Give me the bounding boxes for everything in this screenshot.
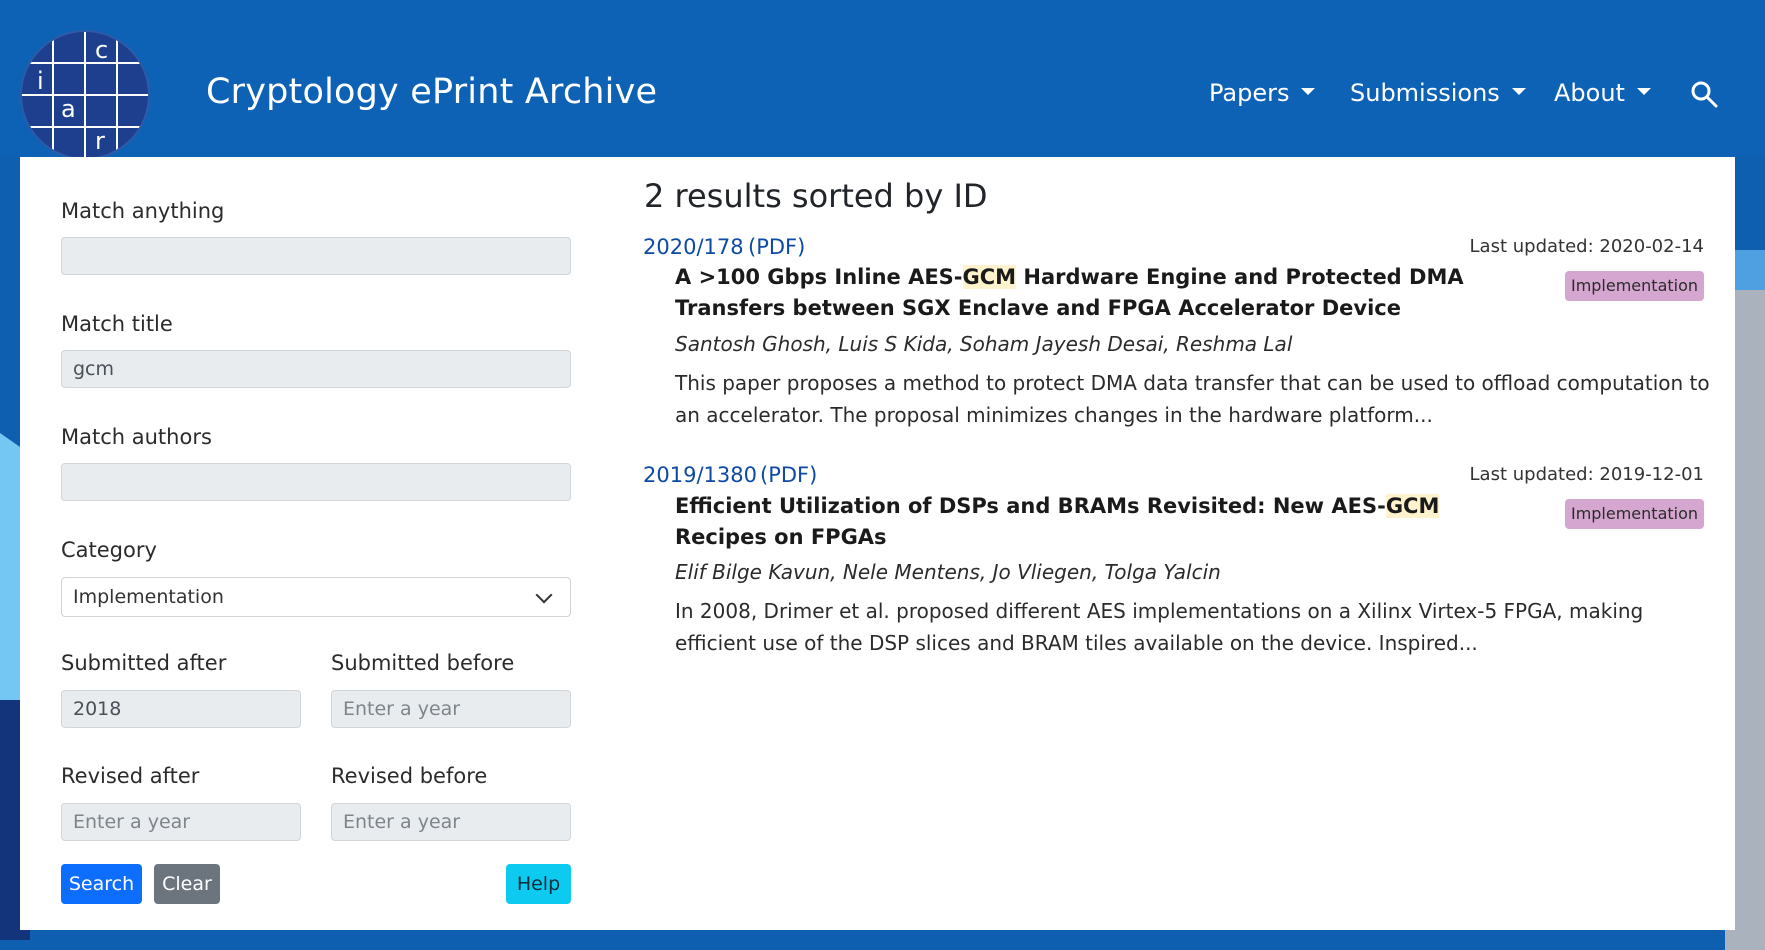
caret-down-icon <box>1301 87 1316 95</box>
clear-button[interactable]: Clear <box>154 864 220 904</box>
result-title-link[interactable]: A >100 Gbps Inline AES-GCM Hardware Engi… <box>675 262 1495 324</box>
logo-letter-r: r <box>95 127 105 155</box>
match-anything-input[interactable] <box>61 237 571 275</box>
revised-before-input[interactable] <box>331 803 571 841</box>
revised-after-input[interactable] <box>61 803 301 841</box>
search-button[interactable]: Search <box>61 864 142 904</box>
logo-letter-i: i <box>37 67 44 95</box>
category-badge: Implementation <box>1565 499 1704 529</box>
match-title-input[interactable] <box>61 350 571 388</box>
title-text: Efficient Utilization of DSPs and BRAMs … <box>675 494 1386 518</box>
result-authors: Santosh Ghosh, Luis S Kida, Soham Jayesh… <box>675 332 1293 356</box>
revised-before-label: Revised before <box>331 764 488 788</box>
match-anything-label: Match anything <box>61 199 225 223</box>
category-label: Category <box>61 538 157 562</box>
result-title-link[interactable]: Efficient Utilization of DSPs and BRAMs … <box>675 491 1495 553</box>
caret-down-icon <box>1511 87 1526 95</box>
chevron-down-icon <box>535 586 553 604</box>
result-last-updated: Last updated: 2019-12-01 <box>1469 464 1704 485</box>
nav-papers-label: Papers <box>1209 79 1290 107</box>
revised-after-label: Revised after <box>61 764 200 788</box>
nav-submissions[interactable]: Submissions <box>1350 79 1526 107</box>
nav-papers[interactable]: Papers <box>1209 79 1316 107</box>
result-last-updated: Last updated: 2020-02-14 <box>1469 236 1704 257</box>
result-abstract: This paper proposes a method to protect … <box>675 371 1710 427</box>
results-heading: 2 results sorted by ID <box>644 177 988 215</box>
help-button[interactable]: Help <box>506 864 571 904</box>
submitted-before-label: Submitted before <box>331 651 515 675</box>
logo-letter-a: a <box>61 95 76 123</box>
title-highlight: GCM <box>1385 494 1440 518</box>
category-badge: Implementation <box>1565 271 1704 301</box>
result-authors: Elif Bilge Kavun, Nele Mentens, Jo Vlieg… <box>675 560 1221 584</box>
nav-about-label: About <box>1554 79 1625 107</box>
category-select[interactable]: Implementation <box>61 577 571 617</box>
match-authors-input[interactable] <box>61 463 571 501</box>
nav-submissions-label: Submissions <box>1350 79 1500 107</box>
title-text: Recipes on FPGAs <box>675 525 887 549</box>
result-abstract: In 2008, Drimer et al. proposed differen… <box>675 599 1644 655</box>
submitted-after-input[interactable] <box>61 690 301 728</box>
nav-about[interactable]: About <box>1554 79 1651 107</box>
caret-down-icon <box>1636 87 1651 95</box>
main-panel: Match anything Match title Match authors… <box>20 157 1735 930</box>
match-authors-label: Match authors <box>61 425 212 449</box>
category-selected-value: Implementation <box>73 586 224 608</box>
logo-letter-c: c <box>95 36 108 64</box>
iacr-logo[interactable]: c i a r <box>20 30 150 160</box>
result-pdf-link[interactable]: (PDF) <box>760 463 817 487</box>
result-pdf-link[interactable]: (PDF) <box>748 235 805 259</box>
result-id-link[interactable]: 2019/1380 <box>643 463 757 487</box>
submitted-after-label: Submitted after <box>61 651 227 675</box>
logo-grid-icon: c i a r <box>22 32 148 158</box>
navbar: c i a r Cryptology ePrint Archive Papers… <box>0 0 1765 160</box>
match-title-label: Match title <box>61 312 173 336</box>
title-text: A >100 Gbps Inline AES- <box>675 265 963 289</box>
site-title[interactable]: Cryptology ePrint Archive <box>206 72 657 112</box>
title-highlight: GCM <box>962 265 1017 289</box>
submitted-before-input[interactable] <box>331 690 571 728</box>
result-id-link[interactable]: 2020/178 <box>643 235 744 259</box>
search-icon[interactable] <box>1690 80 1718 108</box>
